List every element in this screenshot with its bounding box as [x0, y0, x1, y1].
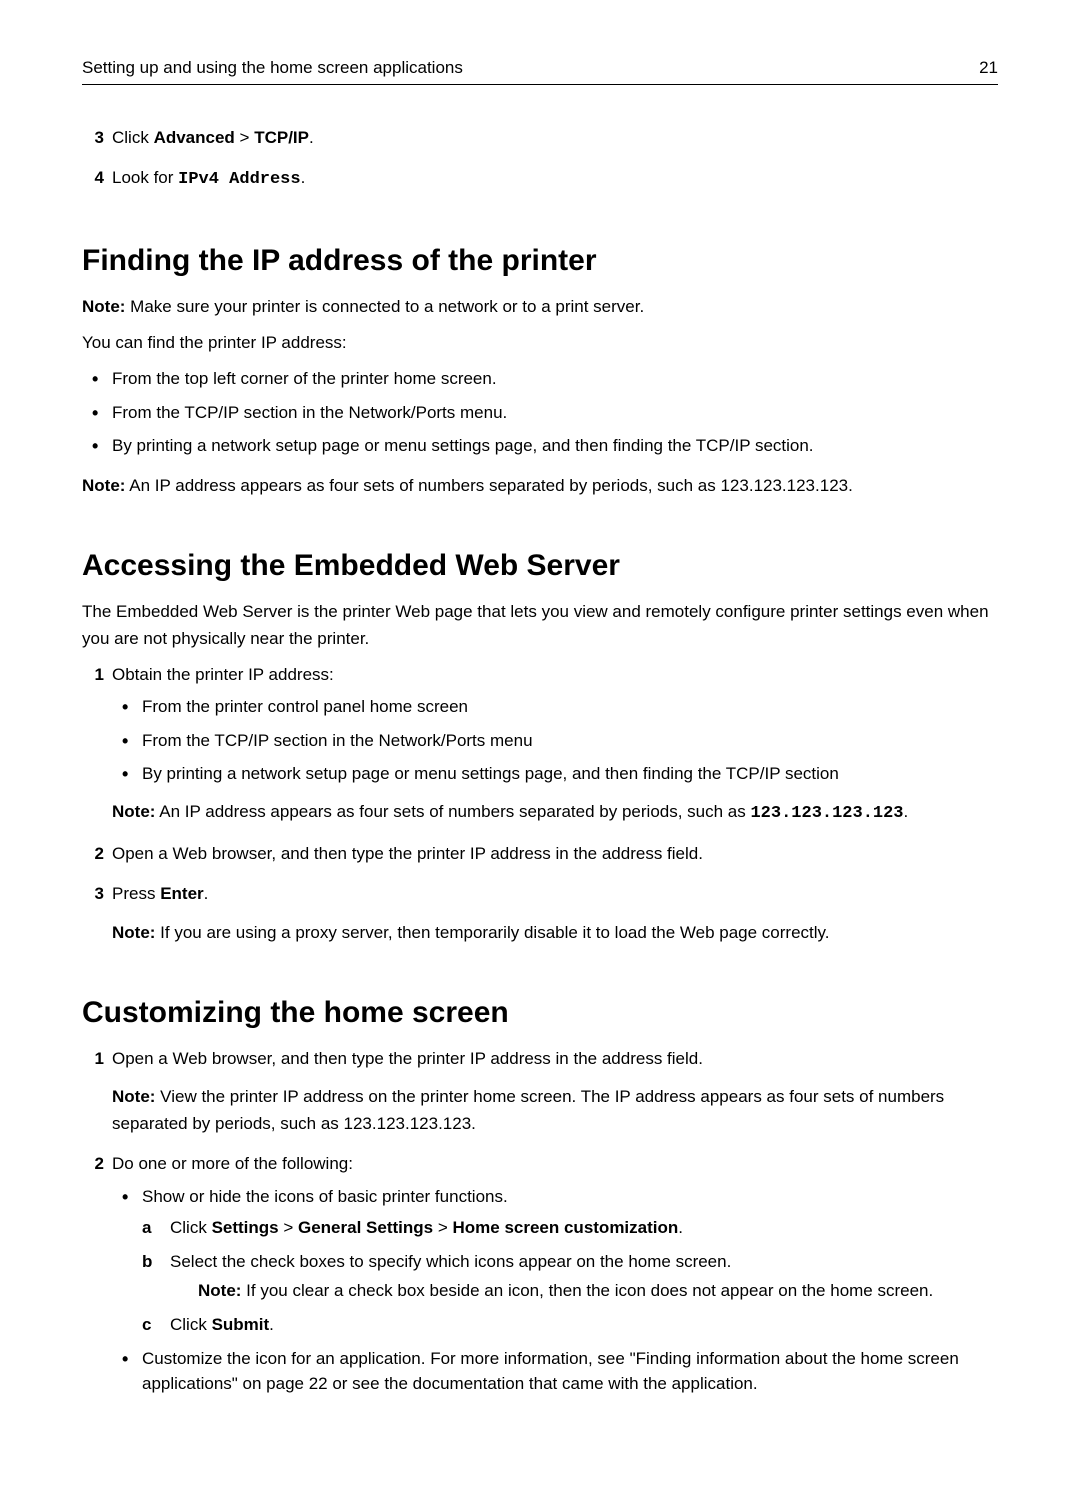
- note-text: View the printer IP address on the print…: [112, 1087, 944, 1132]
- mono-ip: 123.123.123.123: [750, 804, 903, 823]
- note-text: An IP address appears as four sets of nu…: [155, 802, 750, 821]
- alpha-list: a Click Settings > General Settings > Ho…: [142, 1215, 998, 1338]
- bullet-text: Show or hide the icons of basic printer …: [142, 1187, 508, 1206]
- heading-customizing-home: Customizing the home screen: [82, 996, 998, 1030]
- note-post: .: [904, 802, 909, 821]
- bold-tcpip: TCP/IP: [254, 128, 309, 147]
- text: Click: [170, 1315, 212, 1334]
- continued-steps: 3 Click Advanced > TCP/IP. 4 Look for IP…: [82, 125, 998, 194]
- note-label: Note:: [112, 1087, 155, 1106]
- page-header: Setting up and using the home screen app…: [82, 58, 998, 85]
- step-text: Obtain the printer IP address:: [112, 665, 334, 684]
- alpha-label: a: [142, 1215, 162, 1241]
- alpha-b: b Select the check boxes to specify whic…: [142, 1249, 998, 1305]
- sub-note: Note: An IP address appears as four sets…: [112, 799, 998, 827]
- alpha-note: Note: If you clear a check box beside an…: [170, 1278, 998, 1304]
- bold-general: General Settings: [298, 1218, 433, 1237]
- step-text: Open a Web browser, and then type the pr…: [112, 844, 703, 863]
- mono-ipv4: IPv4 Address: [178, 170, 300, 189]
- note-label: Note:: [112, 923, 155, 942]
- step-number: 4: [82, 165, 104, 191]
- alpha-a: a Click Settings > General Settings > Ho…: [142, 1215, 998, 1241]
- alpha-label: b: [142, 1249, 162, 1275]
- bold-enter: Enter: [160, 884, 203, 903]
- bold-advanced: Advanced: [154, 128, 235, 147]
- bold-submit: Submit: [212, 1315, 270, 1334]
- heading-embedded-web-server: Accessing the Embedded Web Server: [82, 549, 998, 583]
- list-item: By printing a network setup page or menu…: [112, 761, 998, 787]
- step-1: 1 Open a Web browser, and then type the …: [82, 1046, 998, 1137]
- header-title: Setting up and using the home screen app…: [82, 58, 463, 78]
- list-item: From the printer control panel home scre…: [112, 694, 998, 720]
- sub-bullets: Show or hide the icons of basic printer …: [112, 1184, 998, 1397]
- note-label: Note:: [82, 476, 125, 495]
- document-page: Setting up and using the home screen app…: [0, 0, 1080, 1491]
- note-line: Note: An IP address appears as four sets…: [82, 473, 998, 499]
- text-post: .: [301, 168, 306, 187]
- note-line: Note: Make sure your printer is connecte…: [82, 294, 998, 320]
- step-2: 2 Do one or more of the following: Show …: [82, 1151, 998, 1397]
- note-text: Make sure your printer is connected to a…: [125, 297, 644, 316]
- step-number: 3: [82, 125, 104, 151]
- step-number: 3: [82, 881, 104, 907]
- customize-steps: 1 Open a Web browser, and then type the …: [82, 1046, 998, 1397]
- step-number: 2: [82, 841, 104, 867]
- text: Click: [112, 128, 154, 147]
- post: .: [269, 1315, 274, 1334]
- sub-bullets: From the printer control panel home scre…: [112, 694, 998, 787]
- note-label: Note:: [112, 802, 155, 821]
- post: .: [678, 1218, 683, 1237]
- text: Look for: [112, 168, 178, 187]
- step-number: 1: [82, 1046, 104, 1072]
- note-text: If you are using a proxy server, then te…: [155, 923, 829, 942]
- step-number: 2: [82, 1151, 104, 1177]
- list-item: By printing a network setup page or menu…: [82, 433, 998, 459]
- list-item: From the TCP/IP section in the Network/P…: [82, 400, 998, 426]
- text-post: .: [309, 128, 314, 147]
- list-item: From the TCP/IP section in the Network/P…: [112, 728, 998, 754]
- ews-steps: 1 Obtain the printer IP address: From th…: [82, 662, 998, 946]
- note-label: Note:: [198, 1281, 241, 1300]
- step-text: Open a Web browser, and then type the pr…: [112, 1049, 703, 1068]
- intro-line: You can find the printer IP address:: [82, 330, 998, 356]
- bullet-list: From the top left corner of the printer …: [82, 366, 998, 459]
- alpha-label: c: [142, 1312, 162, 1338]
- text-post: .: [204, 884, 209, 903]
- heading-finding-ip: Finding the IP address of the printer: [82, 244, 998, 278]
- step-3: 3 Press Enter. Note: If you are using a …: [82, 881, 998, 946]
- step-text: Do one or more of the following:: [112, 1154, 353, 1173]
- step-1: 1 Obtain the printer IP address: From th…: [82, 662, 998, 827]
- list-item: From the top left corner of the printer …: [82, 366, 998, 392]
- intro-paragraph: The Embedded Web Server is the printer W…: [82, 599, 998, 652]
- note-label: Note:: [82, 297, 125, 316]
- list-item: Show or hide the icons of basic printer …: [112, 1184, 998, 1338]
- list-item: Customize the icon for an application. F…: [112, 1346, 998, 1397]
- text: Click: [170, 1218, 212, 1237]
- step-4: 4 Look for IPv4 Address.: [82, 165, 998, 193]
- note-text: An IP address appears as four sets of nu…: [125, 476, 852, 495]
- step-2: 2 Open a Web browser, and then type the …: [82, 841, 998, 867]
- sub-note: Note: If you are using a proxy server, t…: [112, 920, 998, 946]
- gt: >: [279, 1218, 298, 1237]
- text-gt: >: [235, 128, 254, 147]
- gt: >: [433, 1218, 452, 1237]
- step-3: 3 Click Advanced > TCP/IP.: [82, 125, 998, 151]
- bold-settings: Settings: [212, 1218, 279, 1237]
- sub-note: Note: View the printer IP address on the…: [112, 1084, 998, 1137]
- alpha-c: c Click Submit.: [142, 1312, 998, 1338]
- page-number: 21: [979, 58, 998, 78]
- note-text: If you clear a check box beside an icon,…: [241, 1281, 933, 1300]
- bold-home-custom: Home screen customization: [452, 1218, 678, 1237]
- text: Select the check boxes to specify which …: [170, 1252, 731, 1271]
- step-number: 1: [82, 662, 104, 688]
- text: Press: [112, 884, 160, 903]
